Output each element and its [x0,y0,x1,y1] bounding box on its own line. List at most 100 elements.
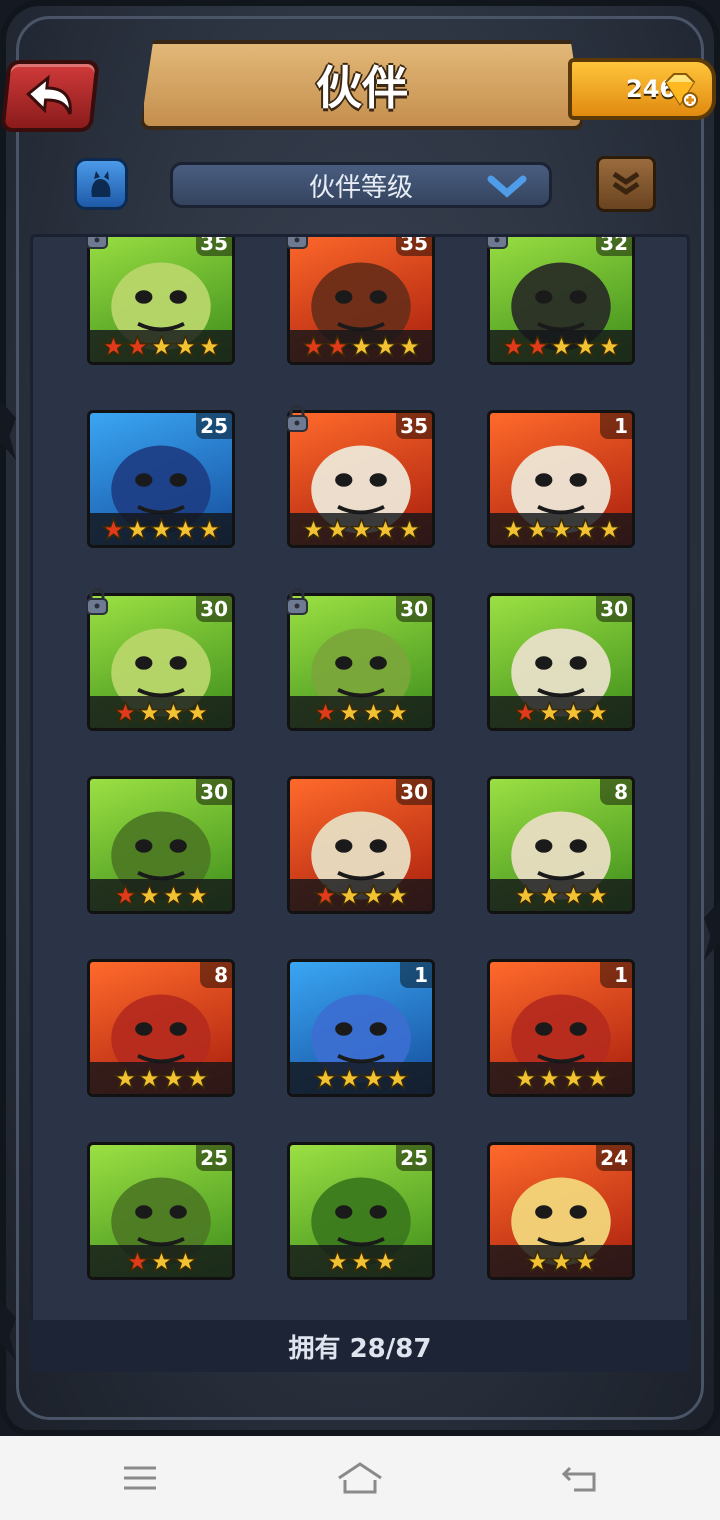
partner-level: 32 [596,237,632,256]
home-icon [338,1462,382,1494]
star-rating [490,513,632,545]
star-icon [560,699,586,724]
star-icon [160,1065,186,1090]
star-icon [596,516,622,541]
partner-card[interactable]: 8 [87,959,235,1097]
star-icon [124,333,150,358]
sort-dropdown-label: 伙伴等级 [308,172,413,203]
star-icon [336,699,362,724]
star-rating [490,696,632,728]
lock-icon[interactable] [81,237,113,251]
menu-button[interactable] [110,1456,170,1500]
partner-card[interactable]: 30 [487,593,635,731]
partner-card[interactable]: 32 [487,237,635,365]
star-icon [396,516,422,541]
star-icon [572,516,598,541]
star-icon [172,1248,198,1273]
star-icon [548,333,574,358]
partner-card[interactable]: 1 [287,959,435,1097]
owned-count-bar: 拥有 28/87 [30,1320,690,1372]
star-rating [290,513,432,545]
partner-level: 30 [396,596,432,622]
lock-icon[interactable] [281,585,313,617]
lock-icon[interactable] [81,585,113,617]
star-icon [536,882,562,907]
star-icon [384,699,410,724]
star-icon [524,333,550,358]
page-title: 伙伴 [316,61,408,115]
star-icon [148,333,174,358]
home-button[interactable] [330,1456,390,1500]
star-icon [184,882,210,907]
star-icon [512,699,538,724]
chevron-down-icon [487,175,527,198]
star-icon [548,1248,574,1273]
star-icon [560,882,586,907]
star-icon [572,333,598,358]
star-icon [384,882,410,907]
partner-card[interactable]: 1 [487,959,635,1097]
star-icon [196,516,222,541]
star-icon [348,1248,374,1273]
star-icon [160,882,186,907]
partner-card[interactable]: 30 [287,776,435,914]
owned-count: 拥有 28/87 [288,1333,432,1364]
star-icon [524,516,550,541]
partner-level: 1 [400,962,432,988]
scroll-menu-button[interactable] [596,156,656,212]
partner-list-panel[interactable]: 35 35 32 25 35 1 30 30 30 30 30 8 8 1 1 25 25 24 [30,234,690,1372]
star-rating [490,1062,632,1094]
partner-card[interactable]: 25 [87,1142,235,1280]
back-arrow-icon [25,74,72,115]
partner-level: 30 [596,596,632,622]
star-icon [124,516,150,541]
partner-card[interactable]: 8 [487,776,635,914]
menu-icon [124,1466,156,1490]
lock-icon[interactable] [481,237,513,251]
partner-card[interactable]: 35 [87,237,235,365]
star-icon [100,333,126,358]
star-rating [290,1062,432,1094]
partners-screen: 伙伴 246 伙伴等级 35 35 32 25 35 1 30 30 30 30 30 8 8 1 1 25 2… [0,0,720,1520]
partner-card[interactable]: 30 [87,776,235,914]
partner-level: 35 [396,237,432,256]
partner-card[interactable]: 25 [87,410,235,548]
partner-level: 24 [596,1145,632,1171]
partner-card[interactable]: 1 [487,410,635,548]
star-rating [90,696,232,728]
star-icon [500,516,526,541]
partner-type-filter-button[interactable] [74,158,128,210]
lock-icon[interactable] [281,237,313,251]
star-rating [290,330,432,362]
star-icon [160,699,186,724]
star-icon [112,1065,138,1090]
partner-level: 25 [396,1145,432,1171]
star-icon [372,333,398,358]
star-icon [536,1065,562,1090]
star-icon [336,1065,362,1090]
partner-level: 8 [200,962,232,988]
star-icon [196,333,222,358]
partner-card[interactable]: 25 [287,1142,435,1280]
star-icon [372,516,398,541]
star-rating [490,330,632,362]
star-icon [148,1248,174,1273]
star-rating [290,879,432,911]
star-icon [572,1248,598,1273]
partner-level: 1 [600,962,632,988]
star-rating [290,1245,432,1277]
partner-level: 35 [396,413,432,439]
star-icon [136,1065,162,1090]
gem-counter[interactable]: 246 [568,58,716,120]
star-icon [360,882,386,907]
star-icon [136,882,162,907]
partner-card[interactable]: 35 [287,237,435,365]
star-icon [584,882,610,907]
back-button[interactable] [0,60,100,132]
back-nav-button[interactable] [550,1456,610,1500]
sort-dropdown[interactable]: 伙伴等级 [170,162,552,208]
star-icon [312,699,338,724]
partner-card[interactable]: 24 [487,1142,635,1280]
lock-icon[interactable] [281,402,313,434]
partner-level: 35 [196,237,232,256]
